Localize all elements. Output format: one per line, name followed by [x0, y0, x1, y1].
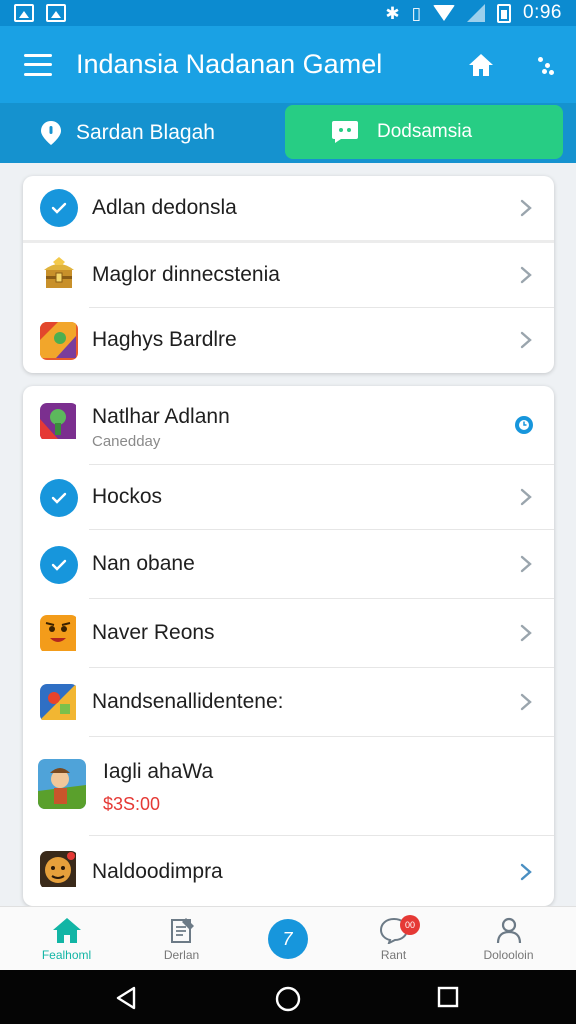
tab-dodsamsia[interactable]: Dodsamsia	[285, 105, 563, 159]
status-right-icons: ✱ ▯ 0:96	[385, 2, 562, 24]
bottom-navigation: Fealhoml Derlan 7 00 Rant Dolooloin	[0, 906, 576, 970]
location-pin-icon	[41, 121, 61, 145]
list-item[interactable]: Nandsenallidentene:	[23, 668, 554, 736]
check-circle-icon	[40, 189, 78, 227]
list-item[interactable]: Adlan dedonsla	[23, 176, 554, 240]
tab-label: Sardan Blagah	[76, 121, 215, 144]
nav-rant[interactable]: 00 Rant	[336, 907, 451, 971]
nav-profile[interactable]: Dolooloin	[451, 907, 566, 971]
chevron-right-icon	[520, 199, 532, 217]
face-game-icon	[40, 615, 78, 653]
vibrate-icon: ▯	[411, 3, 422, 23]
menu-icon[interactable]	[24, 53, 52, 76]
list-item-label: Natlhar Adlann	[92, 405, 230, 428]
list-item[interactable]: Haghys Bardlre	[23, 308, 554, 372]
chevron-right-icon	[520, 488, 532, 506]
character-game-icon	[40, 851, 78, 889]
tab-sardan-blagah[interactable]: Sardan Blagah	[0, 103, 280, 163]
chat-icon	[332, 121, 358, 143]
system-navigation-bar	[0, 970, 576, 1024]
list-item-label: Haghys Bardlre	[92, 328, 237, 351]
app-bar: Indansia Nadanan Gamel	[0, 26, 576, 103]
chevron-right-icon	[520, 624, 532, 642]
fab-glyph: 7	[282, 928, 293, 949]
list-item-label: Naver Reons	[92, 621, 215, 644]
status-bar: ✱ ▯ 0:96	[0, 0, 576, 26]
list-item-label: Nan obane	[92, 552, 195, 575]
list-item-label: Naldoodimpra	[92, 860, 223, 883]
home-icon[interactable]	[466, 50, 496, 80]
wifi-icon	[433, 5, 456, 21]
more-icon[interactable]	[536, 54, 554, 76]
list-item[interactable]: Naver Reons	[23, 599, 554, 667]
home-icon	[52, 918, 81, 943]
chevron-right-icon	[520, 693, 532, 711]
list-item-subtitle: Canedday	[92, 433, 161, 450]
list-item[interactable]: Iagli ahaWa $3S:00	[23, 737, 554, 835]
price-label: $3S:00	[103, 794, 161, 814]
battery-icon	[497, 3, 512, 23]
chevron-right-icon	[520, 331, 532, 349]
status-time: 0:96	[523, 2, 562, 23]
compose-fab[interactable]: 7	[230, 907, 345, 971]
primary-list-card: Adlan dedonsla Maglor dinnecstenia Haghy…	[23, 176, 554, 373]
nav-label: Derlan	[163, 948, 200, 962]
list-item[interactable]: Natlhar Adlann Canedday	[23, 386, 554, 464]
list-item-label: Hockos	[92, 485, 163, 508]
list-item-label: Maglor dinnecstenia	[92, 263, 280, 286]
list-item[interactable]: Nan obane	[23, 530, 554, 598]
bluetooth-icon: ✱	[385, 3, 400, 23]
recents-icon[interactable]	[436, 985, 460, 1009]
game-app-icon	[40, 684, 78, 722]
home-circle-icon[interactable]	[274, 985, 302, 1013]
chevron-right-icon	[520, 555, 532, 573]
profile-icon	[496, 917, 521, 944]
nav-home[interactable]: Fealhoml	[9, 907, 124, 971]
check-circle-icon	[40, 479, 78, 517]
status-left-icons	[14, 4, 66, 22]
note-icon	[170, 918, 194, 943]
list-item-label: Iagli ahaWa	[103, 760, 214, 783]
tab-strip: Sardan Blagah Dodsamsia	[0, 103, 576, 163]
game-app-icon	[40, 403, 78, 441]
compose-fab-icon: 7	[267, 919, 308, 959]
secondary-list-card: Natlhar Adlann Canedday Hockos Nan obane	[23, 386, 554, 906]
treasure-chest-icon	[40, 256, 78, 294]
tab-label: Dodsamsia	[377, 121, 473, 142]
check-circle-icon	[40, 546, 78, 584]
adventure-game-icon	[38, 759, 86, 809]
chevron-right-icon	[520, 863, 532, 881]
list-item[interactable]: Naldoodimpra	[23, 836, 554, 906]
nav-label: Dolooloin	[483, 948, 534, 962]
list-item-label: Nandsenallidentene:	[92, 690, 284, 713]
notification-badge: 00	[400, 915, 420, 935]
app-title: Indansia Nadanan Gamel	[76, 49, 383, 79]
list-item[interactable]: Maglor dinnecstenia	[23, 243, 554, 307]
game-app-icon	[40, 322, 78, 360]
image-icon	[46, 4, 66, 22]
list-item[interactable]: Hockos	[23, 465, 554, 529]
clock-indicator-icon	[515, 416, 533, 434]
chevron-right-icon	[520, 266, 532, 284]
signal-icon	[467, 4, 486, 22]
nav-label: Fealhoml	[41, 948, 92, 962]
gallery-icon	[14, 4, 34, 22]
nav-derlan[interactable]: Derlan	[124, 907, 239, 971]
nav-label: Rant	[380, 948, 407, 962]
list-item-label: Adlan dedonsla	[92, 196, 237, 219]
back-icon[interactable]	[114, 985, 138, 1011]
